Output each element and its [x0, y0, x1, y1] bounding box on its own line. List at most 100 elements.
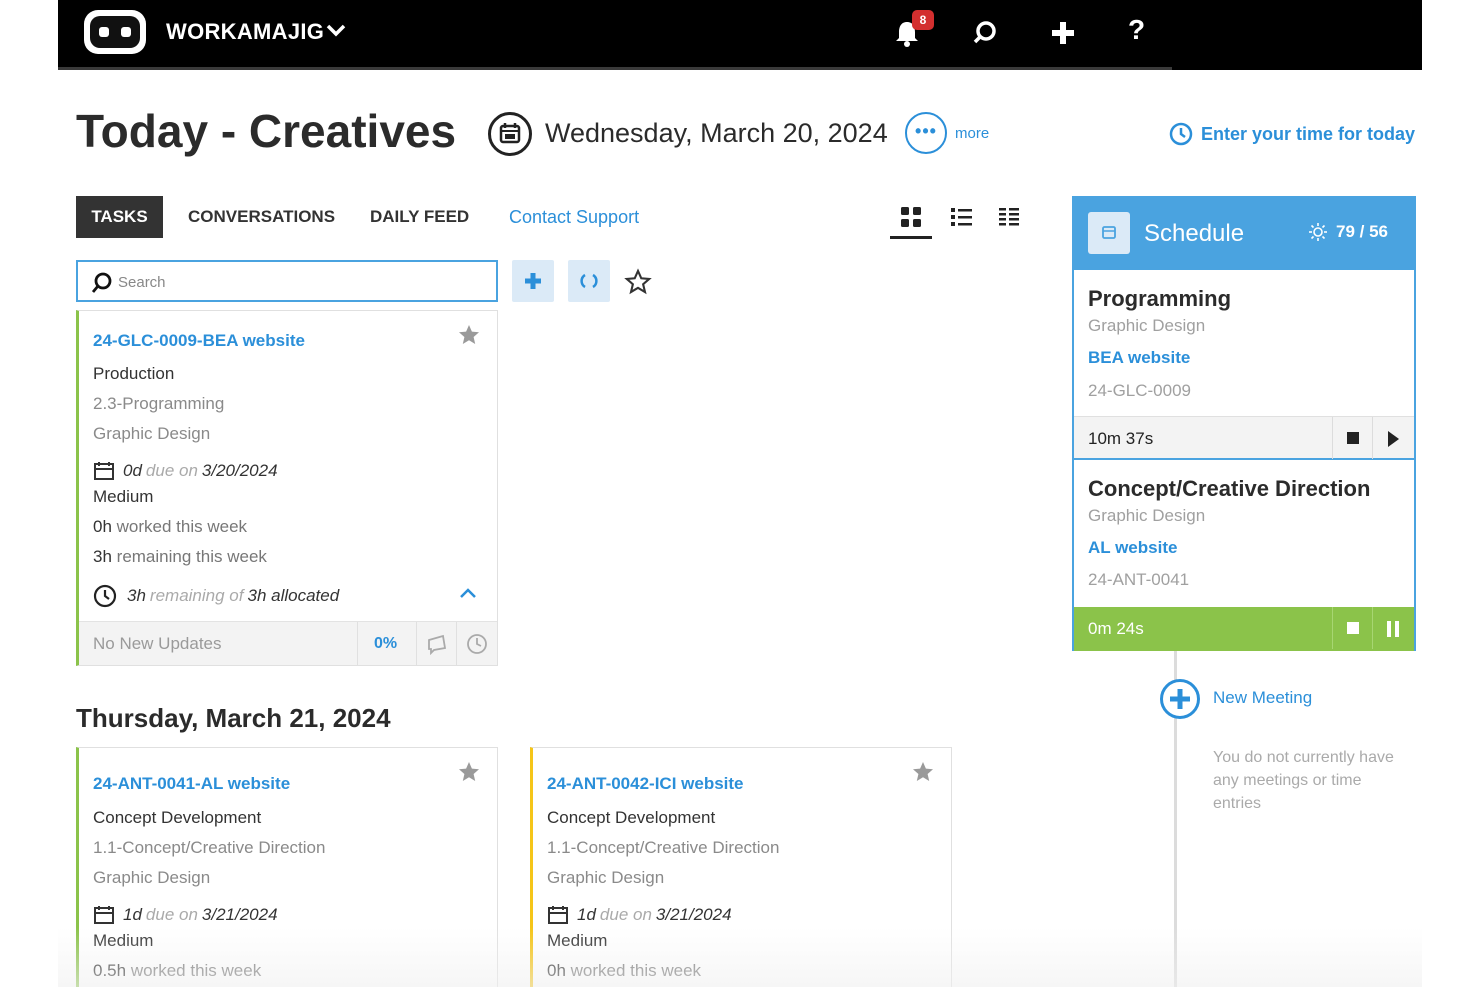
percent-complete[interactable]: 0% — [357, 622, 413, 665]
entry-title: Concept/Creative Direction — [1088, 476, 1371, 501]
favorites-star-icon[interactable] — [624, 268, 652, 296]
task-name: 2.3-Programming — [93, 394, 225, 413]
entry-department: Graphic Design — [1088, 316, 1206, 335]
play-button[interactable] — [1372, 417, 1412, 459]
new-meeting-button[interactable] — [1160, 679, 1200, 719]
task-priority: Medium — [93, 487, 154, 506]
star-icon[interactable] — [457, 323, 481, 347]
entry-project-link[interactable]: AL website — [1088, 538, 1177, 558]
updates-status: No New Updates — [93, 634, 222, 653]
app-root: WORKAMAJIG 8 ? Today - Creatives Wednesd… — [58, 0, 1422, 987]
comment-button[interactable] — [416, 622, 454, 665]
entry-project-link[interactable]: BEA website — [1088, 348, 1190, 368]
top-bar-underline — [58, 67, 1172, 70]
task-department: Graphic Design — [93, 868, 211, 887]
more-label[interactable]: more — [955, 125, 989, 142]
chevron-down-icon[interactable] — [326, 24, 346, 38]
worked-this-week: 0h worked this week — [93, 517, 248, 536]
due-label: due on — [145, 461, 198, 480]
calendar-icon — [94, 906, 114, 924]
due-date: 3/21/2024 — [201, 905, 278, 924]
remaining-this-week: 3h remaining this week — [93, 547, 267, 566]
worked-this-week: 0.5h worked this week — [93, 961, 262, 980]
task-title[interactable]: 24-ANT-0041-AL website — [93, 774, 290, 794]
notification-badge: 8 — [912, 10, 934, 30]
grid-view-icon[interactable] — [898, 204, 924, 230]
due-date: 3/21/2024 — [655, 905, 732, 924]
schedule-calendar-button[interactable] — [1088, 212, 1130, 254]
plus-icon[interactable] — [1046, 16, 1080, 50]
list-view-icon[interactable] — [948, 204, 974, 230]
task-phase: Concept Development — [547, 808, 716, 827]
enter-time-link[interactable]: Enter your time for today — [1169, 122, 1415, 146]
task-card-footer: No New Updates 0% — [79, 621, 497, 665]
tab-conversations[interactable]: CONVERSATIONS — [188, 196, 335, 238]
entry-title: Programming — [1088, 286, 1232, 311]
stop-icon — [1347, 432, 1359, 444]
clock-icon — [467, 634, 487, 654]
pause-button[interactable] — [1372, 607, 1412, 649]
task-search[interactable] — [76, 260, 498, 302]
task-title[interactable]: 24-ANT-0042-ICI website — [547, 774, 744, 794]
calendar-icon — [499, 123, 521, 144]
brand-name[interactable]: WORKAMAJIG — [166, 19, 324, 45]
due-label: due on — [145, 905, 198, 924]
schedule-header: Schedule 79 / 56 — [1074, 198, 1414, 270]
chevron-up-icon[interactable] — [459, 587, 477, 599]
task-card[interactable]: 24-ANT-0041-AL website Concept Developme… — [76, 747, 498, 987]
date-picker-button[interactable] — [488, 112, 532, 156]
more-button[interactable]: ••• — [905, 112, 947, 154]
task-card[interactable]: 24-ANT-0042-ICI website Concept Developm… — [530, 747, 952, 987]
enter-time-label[interactable]: Enter your time for today — [1201, 124, 1415, 145]
task-department: Graphic Design — [547, 868, 665, 887]
stop-button[interactable] — [1332, 607, 1372, 649]
star-icon[interactable] — [457, 760, 481, 784]
star-icon[interactable] — [911, 760, 935, 784]
search-input[interactable] — [118, 270, 478, 294]
add-task-button[interactable] — [512, 260, 554, 302]
contact-support-link[interactable]: Contact Support — [509, 196, 639, 238]
current-date: Wednesday, March 20, 2024 — [545, 118, 888, 148]
timer-value: 0m 24s — [1088, 619, 1144, 638]
task-title[interactable]: 24-GLC-0009-BEA website — [93, 331, 305, 351]
due-label: due on — [599, 905, 652, 924]
worked-this-week: 0h worked this week — [547, 961, 702, 980]
schedule-entry[interactable]: Programming Graphic Design BEA website 2… — [1074, 270, 1414, 416]
schedule-entry[interactable]: Concept/Creative Direction Graphic Desig… — [1074, 462, 1414, 607]
task-phase: Concept Development — [93, 808, 262, 827]
schedule-hours: 79 / 56 — [1308, 222, 1388, 242]
task-priority: Medium — [93, 931, 154, 950]
stop-button[interactable] — [1332, 417, 1372, 459]
tab-tasks[interactable]: TASKS — [76, 196, 163, 238]
workamajig-logo[interactable] — [84, 10, 146, 54]
due-days: 1d — [577, 905, 596, 924]
search-icon[interactable] — [968, 16, 1002, 50]
task-due: 1d due on 3/21/2024 — [93, 905, 278, 925]
due-date: 3/20/2024 — [201, 461, 278, 480]
new-meeting-label[interactable]: New Meeting — [1213, 688, 1312, 708]
tab-daily-feed[interactable]: DAILY FEED — [370, 196, 469, 238]
time-entry-button[interactable] — [456, 622, 494, 665]
play-icon — [1388, 431, 1399, 447]
task-priority: Medium — [547, 931, 608, 950]
search-icon — [91, 272, 112, 293]
page-title: Today - Creatives — [76, 105, 457, 157]
entry-department: Graphic Design — [1088, 506, 1206, 525]
help-icon[interactable]: ? — [1128, 14, 1145, 46]
plus-icon — [1170, 689, 1190, 709]
sun-icon — [1309, 223, 1327, 241]
comment-icon — [428, 634, 447, 655]
task-phase: Production — [93, 364, 175, 383]
entry-code: 24-GLC-0009 — [1088, 381, 1192, 400]
compact-list-view-icon[interactable] — [996, 204, 1022, 230]
allocation-summary: 3h remaining of 3h allocated — [93, 584, 339, 608]
task-card[interactable]: 24-GLC-0009-BEA website Production 2.3-P… — [76, 310, 498, 666]
refresh-icon — [580, 273, 598, 289]
task-due: 1d due on 3/21/2024 — [547, 905, 732, 925]
refresh-button[interactable] — [568, 260, 610, 302]
due-days: 0d — [123, 461, 142, 480]
schedule-panel: Schedule 79 / 56 Programming Graphic Des… — [1072, 196, 1416, 651]
task-name: 1.1-Concept/Creative Direction — [547, 838, 780, 857]
task-name: 1.1-Concept/Creative Direction — [93, 838, 326, 857]
plus-icon — [525, 273, 541, 289]
